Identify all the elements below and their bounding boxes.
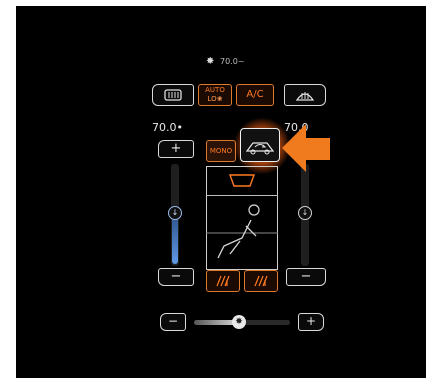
windshield-airflow-button[interactable] xyxy=(206,166,278,196)
fan-status-text: 70.0~ xyxy=(220,57,245,66)
left-temp-plus-button[interactable]: + xyxy=(158,140,194,158)
status-fan-indicator: ✸ 70.0~ xyxy=(206,56,256,68)
right-temp-minus-button[interactable]: − xyxy=(286,268,326,286)
seat-heat-icon xyxy=(216,275,230,287)
auto-button[interactable]: AUTO LO❀ xyxy=(198,84,232,106)
rear-defrost-icon xyxy=(164,89,182,101)
recirculation-button[interactable] xyxy=(240,128,280,162)
windshield-airflow-icon xyxy=(229,174,255,187)
front-defrost-icon xyxy=(295,92,315,101)
fan-icon: ✸ xyxy=(206,56,215,67)
left-temp-thumb[interactable]: ↓ xyxy=(168,206,182,220)
fan-minus-label: − xyxy=(167,314,179,328)
minus-label: − xyxy=(170,269,182,284)
fan-plus-label: + xyxy=(305,314,317,328)
auto-level-label: LO❀ xyxy=(207,95,223,103)
auto-label: AUTO xyxy=(205,86,225,94)
front-defrost-button[interactable] xyxy=(284,84,326,106)
seat-airflow-icon xyxy=(206,204,278,259)
mono-button[interactable]: MONO xyxy=(206,140,236,162)
right-seat-heat-button[interactable] xyxy=(244,270,278,292)
ac-label: A/C xyxy=(246,89,264,100)
highlight-arrow xyxy=(282,124,330,172)
climate-control-panel: ✸ 70.0~ AUTO LO❀ A/C 70.0• + ↓ − 70.0 ↓ … xyxy=(16,6,426,378)
fan-minus-button[interactable]: − xyxy=(160,313,186,331)
ac-button[interactable]: A/C xyxy=(236,84,274,106)
right-temp-thumb[interactable]: ↓ xyxy=(298,206,312,220)
left-temp-minus-button[interactable]: − xyxy=(158,268,194,286)
left-temperature-readout: 70.0• xyxy=(152,121,183,134)
plus-label: + xyxy=(170,141,182,156)
car-recirculation-icon xyxy=(245,142,275,155)
minus-label: − xyxy=(300,269,312,284)
left-seat-heat-button[interactable] xyxy=(206,270,240,292)
fan-speed-thumb[interactable]: ✸ xyxy=(232,315,246,329)
seat-airflow-button[interactable] xyxy=(206,196,278,270)
fan-plus-button[interactable]: + xyxy=(298,313,324,331)
rear-defrost-button[interactable] xyxy=(152,84,194,106)
seat-heat-icon xyxy=(254,275,268,287)
mono-label: MONO xyxy=(209,147,233,155)
